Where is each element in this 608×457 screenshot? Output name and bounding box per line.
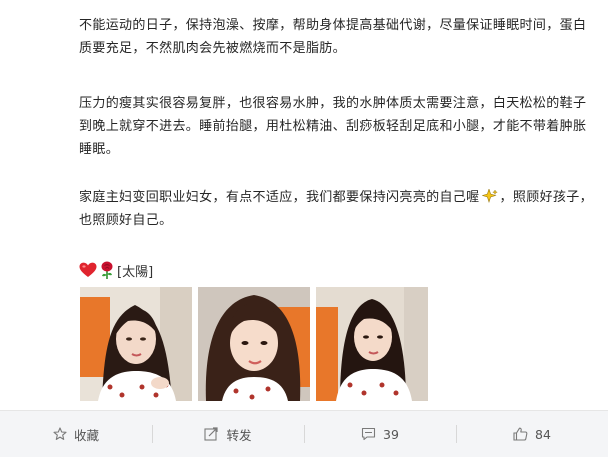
- post-photo-2[interactable]: [198, 287, 310, 401]
- post-photo-1[interactable]: [80, 287, 192, 401]
- thumbs-up-icon: [513, 427, 528, 441]
- comment-count: 39: [383, 426, 399, 442]
- favorite-button[interactable]: 收藏: [0, 423, 152, 445]
- favorite-label: 收藏: [73, 427, 99, 443]
- star-icon: [53, 427, 67, 440]
- like-count: 84: [535, 426, 551, 442]
- repost-button[interactable]: 转发: [152, 423, 304, 445]
- sparkle-icon: [481, 189, 498, 203]
- repost-icon: [204, 427, 219, 441]
- repost-label: 转发: [226, 427, 252, 443]
- action-bar: 收藏 转发 39 84: [0, 410, 608, 457]
- emoji-row: [太陽]: [79, 260, 153, 280]
- comment-button[interactable]: 39: [304, 423, 456, 445]
- post-paragraph-3-part-1: 家庭主妇变回职业妇女，有点不适应，我们都要保持闪亮亮的自己喔: [79, 190, 480, 205]
- post-paragraph-3: 家庭主妇变回职业妇女，有点不适应，我们都要保持闪亮亮的自己喔 ，照顾好孩子，也照顾…: [79, 186, 594, 232]
- comment-icon: [361, 427, 376, 441]
- photo-grid: [80, 287, 428, 401]
- rose-icon: [101, 261, 113, 279]
- sun-emoji-text: [太陽]: [117, 264, 154, 280]
- post-paragraph-1: 不能运动的日子，保持泡澡、按摩，帮助身体提高基础代谢，尽量保证睡眠时间，蛋白质要…: [79, 18, 587, 56]
- post-photo-3[interactable]: [316, 287, 428, 401]
- post-paragraph-2: 压力的瘦其实很容易复胖，也很容易水肿，我的水肿体质太需要注意，白天松松的鞋子到晚…: [79, 96, 587, 157]
- weibo-post: 不能运动的日子，保持泡澡、按摩，帮助身体提高基础代谢，尽量保证睡眠时间，蛋白质要…: [0, 0, 608, 410]
- heart-icon: [79, 262, 97, 277]
- like-button[interactable]: 84: [456, 423, 608, 445]
